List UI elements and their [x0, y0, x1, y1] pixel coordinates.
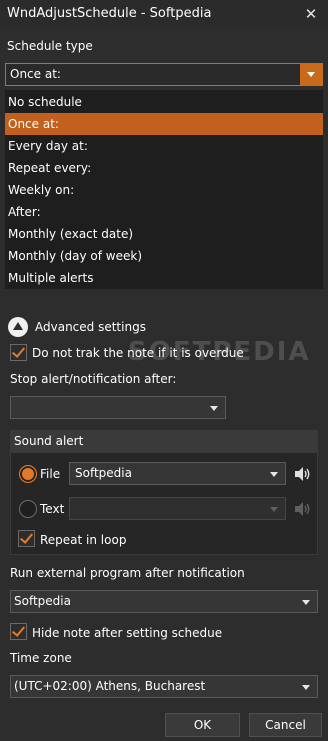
time-zone-value: (UTC+02:00) Athens, Bucharest	[14, 679, 206, 693]
file-radio[interactable]	[19, 465, 37, 483]
checkmark-icon	[19, 530, 34, 544]
schedule-type-label: Schedule type	[7, 39, 93, 53]
title-bar: WndAdjustSchedule - Softpedia ✕	[0, 0, 328, 28]
schedule-type-value: Once at:	[10, 67, 61, 81]
ok-button[interactable]: OK	[165, 713, 240, 737]
speaker-icon[interactable]	[294, 501, 312, 517]
text-label: Text	[40, 502, 65, 516]
schedule-type-list: No schedule Once at: Every day at: Repea…	[5, 90, 323, 289]
advanced-settings-label[interactable]: Advanced settings	[35, 320, 146, 334]
do-not-track-label: Do not trak the note if it is overdue	[32, 346, 244, 360]
speaker-icon[interactable]	[294, 466, 312, 482]
file-label: File	[40, 467, 61, 481]
text-radio[interactable]	[19, 500, 37, 518]
window-title: WndAdjustSchedule - Softpedia	[7, 6, 212, 21]
schedule-type-select[interactable]: Once at:	[5, 63, 323, 86]
chevron-down-icon	[302, 600, 310, 605]
list-item-after[interactable]: After:	[5, 201, 323, 223]
hide-note-checkbox[interactable]	[10, 623, 27, 640]
time-zone-select[interactable]: (UTC+02:00) Athens, Bucharest	[10, 675, 318, 698]
repeat-in-loop-checkbox[interactable]	[18, 530, 35, 547]
file-value: Softpedia	[75, 466, 132, 480]
text-select[interactable]	[69, 497, 286, 520]
chevron-down-icon	[302, 685, 310, 690]
checkmark-icon	[11, 344, 26, 358]
external-program-label: Run external program after notification	[10, 566, 245, 580]
schedule-type-dropdown-button[interactable]	[300, 64, 322, 85]
external-program-select[interactable]: Softpedia	[10, 590, 318, 613]
list-item-every-day-at[interactable]: Every day at:	[5, 135, 323, 157]
close-button[interactable]: ✕	[300, 4, 322, 24]
time-zone-label: Time zone	[10, 651, 72, 665]
chevron-down-icon	[210, 406, 218, 411]
cancel-button[interactable]: Cancel	[249, 713, 322, 737]
chevron-down-icon	[270, 472, 278, 477]
list-item-once-at[interactable]: Once at:	[5, 113, 323, 135]
do-not-track-checkbox[interactable]	[10, 344, 27, 361]
list-item-no-schedule[interactable]: No schedule	[5, 91, 323, 113]
list-item-weekly-on[interactable]: Weekly on:	[5, 179, 323, 201]
list-item-monthly-day-of-week[interactable]: Monthly (day of week)	[5, 245, 323, 267]
stop-alert-select[interactable]	[10, 396, 226, 419]
list-item-repeat-every[interactable]: Repeat every:	[5, 157, 323, 179]
chevron-down-icon	[270, 507, 278, 512]
external-program-value: Softpedia	[14, 594, 71, 608]
list-item-multiple-alerts[interactable]: Multiple alerts	[5, 267, 323, 289]
checkmark-icon	[11, 623, 26, 637]
stop-alert-label: Stop alert/notification after:	[10, 372, 177, 386]
sound-alert-title: Sound alert	[14, 434, 84, 448]
chevron-up-icon[interactable]	[8, 317, 28, 337]
file-select[interactable]: Softpedia	[69, 462, 286, 485]
hide-note-label: Hide note after setting schedue	[32, 626, 223, 640]
sound-alert-header: Sound alert	[10, 430, 318, 453]
list-item-monthly-exact-date[interactable]: Monthly (exact date)	[5, 223, 323, 245]
repeat-in-loop-label: Repeat in loop	[40, 533, 127, 547]
chevron-down-icon	[307, 72, 315, 77]
